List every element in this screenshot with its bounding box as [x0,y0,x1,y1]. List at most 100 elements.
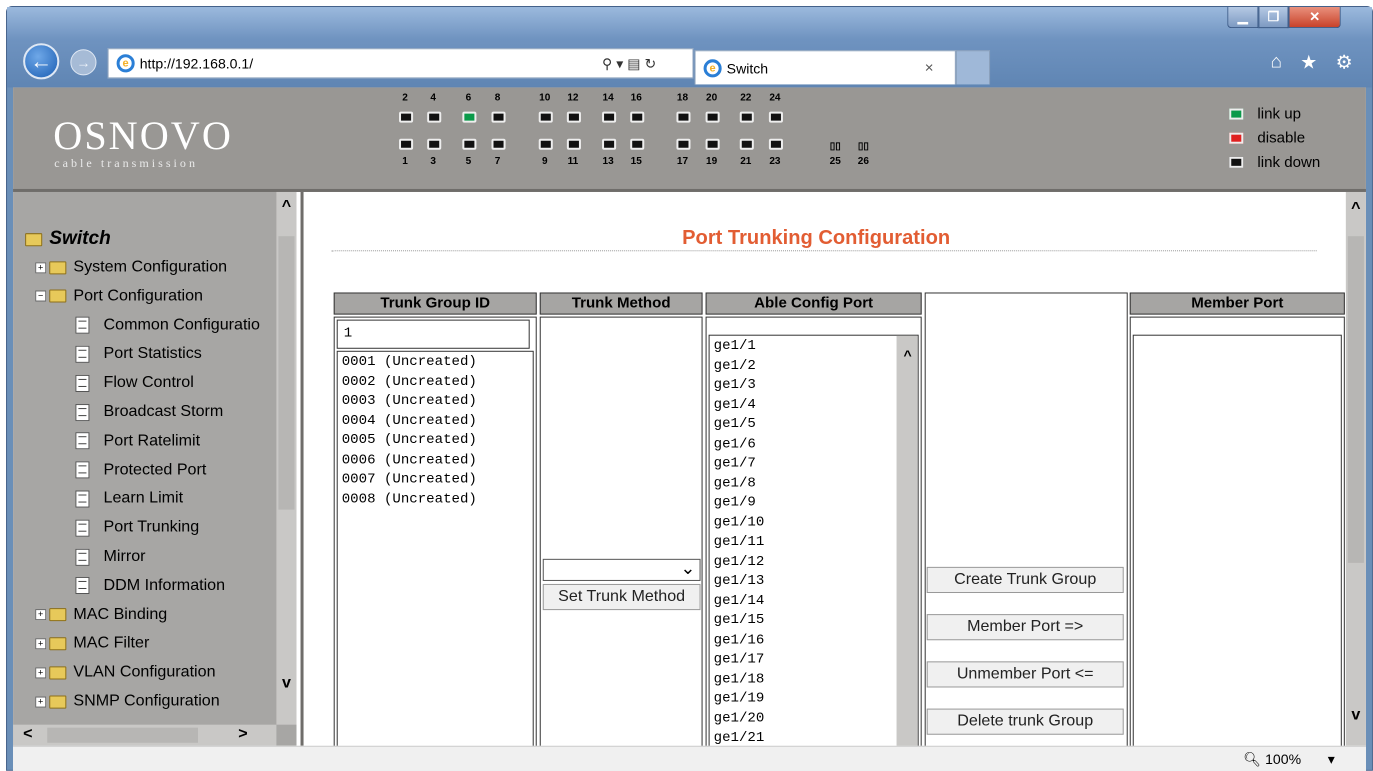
trunk-method-select[interactable]: ⌄ [542,558,701,581]
sidebar-item[interactable]: Port Trunking [75,519,199,537]
close-window-button[interactable]: ✕ [1288,7,1341,29]
favorites-icon[interactable]: ★ [1300,51,1317,74]
sidebar-item[interactable]: Common Configuratio [75,316,260,334]
address-url[interactable]: http://192.168.0.1/ [140,55,602,71]
able-port-item[interactable]: ge1/16 [714,631,914,651]
sidebar-horizontal-scrollbar[interactable]: < > [13,724,277,746]
port-15-icon[interactable] [630,138,645,150]
sidebar-item[interactable]: Mirror [75,548,146,566]
trunk-group-item[interactable]: 0007 (Uncreated) [342,470,529,490]
scroll-up-icon[interactable]: ^ [276,198,296,216]
main-vertical-scrollbar[interactable]: ^ v [1345,191,1366,746]
scroll-right-icon[interactable]: > [238,726,247,744]
sidebar-item[interactable]: + SNMP Configuration [35,693,220,711]
scroll-down-icon[interactable]: v [276,674,296,692]
able-port-item[interactable]: ge1/9 [714,494,914,514]
port-20-icon[interactable] [705,111,720,123]
settings-icon[interactable]: ⚙ [1336,51,1353,74]
able-port-item[interactable]: ge1/18 [714,670,914,690]
port-12-icon[interactable] [566,111,581,123]
port-23-icon[interactable] [768,138,783,150]
create-trunk-group-button[interactable]: Create Trunk Group [926,566,1124,594]
port-11-icon[interactable] [566,138,581,150]
port-18-icon[interactable] [676,111,691,123]
sidebar-item[interactable]: + MAC Filter [35,635,149,653]
minimize-button[interactable]: ▁ [1227,7,1259,29]
scroll-left-icon[interactable]: < [23,726,32,744]
able-port-item[interactable]: ge1/8 [714,474,914,494]
sfp-port-25-icon[interactable]: ▯▯ [825,141,845,152]
address-bar[interactable]: e http://192.168.0.1/ ⚲ ▾ ▤ ↻ [107,48,694,79]
expand-icon[interactable]: + [35,667,47,679]
able-port-item[interactable]: ge1/1 [714,337,914,357]
port-4-icon[interactable] [427,111,442,123]
able-port-item[interactable]: ge1/4 [714,396,914,416]
scroll-down-icon[interactable]: v [1346,707,1366,725]
able-port-item[interactable]: ge1/15 [714,611,914,631]
able-port-item[interactable]: ge1/6 [714,435,914,455]
able-port-item[interactable]: ge1/20 [714,709,914,729]
port-9-icon[interactable] [538,138,553,150]
port-list-scrollbar[interactable]: ^ [896,335,918,749]
trunk-group-item[interactable]: 0008 (Uncreated) [342,490,529,510]
collapse-icon[interactable]: − [35,290,47,302]
expand-icon[interactable]: + [35,609,47,621]
port-13-icon[interactable] [602,138,617,150]
port-24-icon[interactable] [768,111,783,123]
unmember-port-button[interactable]: Unmember Port <= [926,661,1124,688]
sidebar-item[interactable]: Port Statistics [75,345,202,363]
trunk-group-item[interactable]: 0003 (Uncreated) [342,392,529,412]
member-port-button[interactable]: Member Port => [926,614,1124,641]
trunk-group-item[interactable]: 0002 (Uncreated) [342,372,529,392]
trunk-group-id-input[interactable]: 1 [336,319,530,349]
able-port-item[interactable]: ge1/19 [714,689,914,709]
sidebar-item[interactable]: Flow Control [75,374,194,392]
port-17-icon[interactable] [676,138,691,150]
port-10-icon[interactable] [538,111,553,123]
new-tab-button[interactable] [955,50,991,85]
sidebar-item[interactable]: + System Configuration [35,258,227,276]
back-icon[interactable]: ← [23,43,60,80]
home-icon[interactable]: ⌂ [1271,51,1283,74]
port-7-icon[interactable] [491,138,506,150]
sidebar-item[interactable]: DDM Information [75,577,225,595]
able-port-item[interactable]: ge1/11 [714,533,914,553]
expand-icon[interactable]: + [35,638,47,650]
sidebar-item[interactable]: Protected Port [75,461,206,479]
able-port-item[interactable]: ge1/13 [714,572,914,592]
able-port-item[interactable]: ge1/17 [714,650,914,670]
able-port-item[interactable]: ge1/10 [714,513,914,533]
browser-tab[interactable]: e Switch × [694,50,956,85]
port-5-icon[interactable] [462,138,477,150]
sidebar-item[interactable]: Learn Limit [75,490,183,508]
scroll-up-icon[interactable]: ^ [1346,200,1366,218]
sidebar-scroll-thumb[interactable] [278,236,295,510]
set-trunk-method-button[interactable]: Set Trunk Method [542,583,701,611]
trunk-group-item[interactable]: 0004 (Uncreated) [342,412,529,432]
tab-close-icon[interactable]: × [925,59,955,76]
sfp-port-26-icon[interactable]: ▯▯ [853,141,873,152]
port-6-icon[interactable] [462,111,477,123]
able-port-item[interactable]: ge1/3 [714,376,914,396]
able-port-item[interactable]: ge1/7 [714,454,914,474]
sidebar-item[interactable]: Broadcast Storm [75,403,223,421]
port-8-icon[interactable] [491,111,506,123]
able-port-item[interactable]: ge1/14 [714,592,914,612]
able-port-item[interactable]: ge1/12 [714,552,914,572]
port-14-icon[interactable] [602,111,617,123]
port-16-icon[interactable] [630,111,645,123]
able-port-list[interactable]: ge1/1 ge1/2 ge1/3 ge1/4 ge1/5 ge1/6 ge1/7 ge1/8… [708,334,919,750]
sidebar-item[interactable]: + VLAN Configuration [35,664,216,682]
tree-root-switch[interactable]: Switch [25,228,111,250]
sidebar-item[interactable]: + MAC Binding [35,606,167,624]
trunk-group-item[interactable]: 0005 (Uncreated) [342,431,529,451]
port-19-icon[interactable] [705,138,720,150]
port-2-icon[interactable] [399,111,414,123]
trunk-group-item[interactable]: 0001 (Uncreated) [342,353,529,373]
forward-icon[interactable]: → [70,49,97,76]
address-tools-icon[interactable]: ⚲ ▾ ▤ ↻ [602,55,692,72]
sidebar-item[interactable]: − Port Configuration [35,287,203,305]
delete-trunk-group-button[interactable]: Delete trunk Group [926,708,1124,735]
expand-icon[interactable]: + [35,696,47,708]
able-port-item[interactable]: ge1/5 [714,415,914,435]
